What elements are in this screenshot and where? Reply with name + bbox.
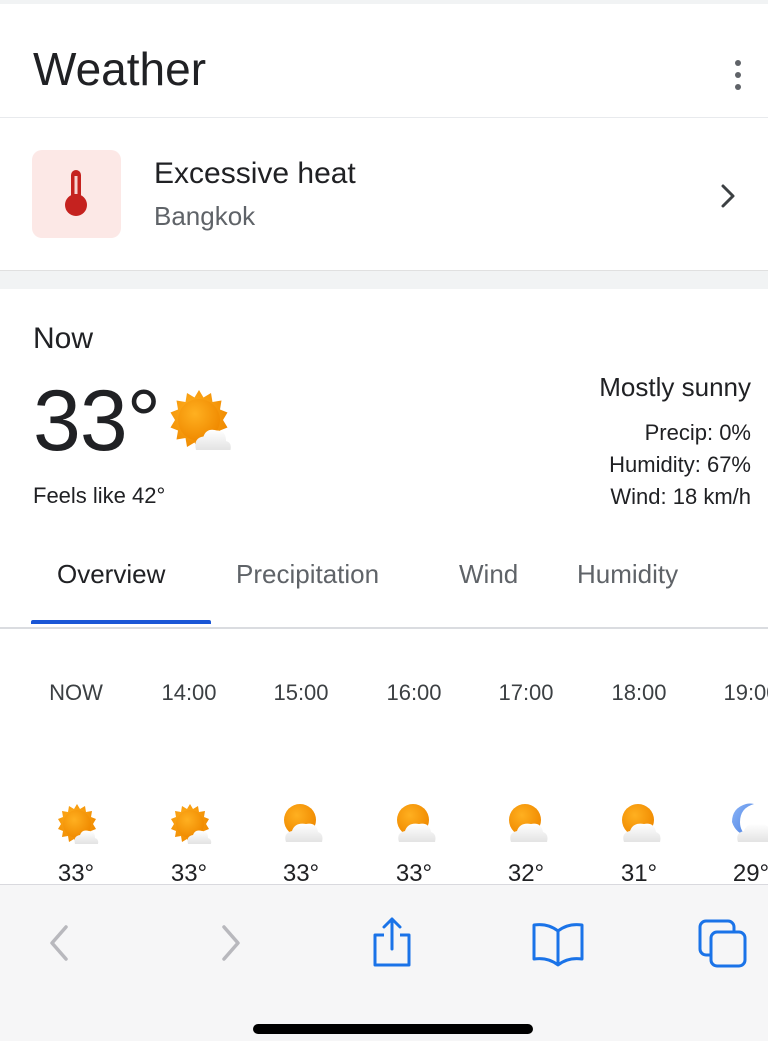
partly-cloudy-icon bbox=[509, 804, 548, 842]
current-temperature: 33° bbox=[33, 373, 161, 469]
hour-label: 16:00 bbox=[386, 680, 442, 705]
tab-overview[interactable]: Overview bbox=[57, 559, 165, 590]
hour-label: NOW bbox=[49, 680, 103, 705]
feels-like: Feels like 42° bbox=[33, 483, 166, 508]
active-tab-indicator bbox=[31, 620, 211, 624]
hour-label: 15:00 bbox=[273, 680, 329, 705]
hour-label: 17:00 bbox=[498, 680, 554, 705]
header: Weather bbox=[0, 4, 768, 118]
precip-text: Precip: 0% bbox=[644, 420, 751, 445]
chevron-right-icon[interactable] bbox=[716, 180, 740, 212]
tab-bar: Overview Precipitation Wind Humidity bbox=[0, 545, 768, 629]
bookmarks-icon[interactable] bbox=[528, 915, 588, 971]
forward-icon[interactable] bbox=[200, 915, 260, 971]
mostly-sunny-icon bbox=[171, 804, 212, 844]
alert-title: Excessive heat bbox=[154, 157, 356, 190]
alert-location: Bangkok bbox=[154, 201, 256, 231]
alert-icon-box bbox=[32, 150, 121, 238]
tabs-icon[interactable] bbox=[694, 915, 754, 971]
mostly-sunny-icon bbox=[170, 390, 231, 450]
more-options-button[interactable] bbox=[724, 56, 752, 96]
partly-cloudy-night-icon bbox=[732, 803, 768, 842]
page-title: Weather bbox=[33, 43, 207, 95]
weather-alert-card[interactable] bbox=[0, 118, 768, 270]
tab-humidity[interactable]: Humidity bbox=[577, 559, 678, 590]
partly-cloudy-icon bbox=[397, 804, 436, 842]
tab-precipitation[interactable]: Precipitation bbox=[236, 559, 379, 590]
share-icon[interactable] bbox=[362, 915, 422, 971]
now-label: Now bbox=[33, 322, 94, 355]
humidity-text: Humidity: 67% bbox=[609, 452, 751, 477]
partly-cloudy-icon bbox=[622, 804, 661, 842]
hour-label: 18:00 bbox=[611, 680, 667, 705]
hour-label: 19:00 bbox=[723, 680, 768, 705]
hour-label: 14:00 bbox=[161, 680, 217, 705]
mostly-sunny-icon bbox=[58, 804, 99, 844]
wind-text: Wind: 18 km/h bbox=[610, 484, 751, 509]
back-icon[interactable] bbox=[30, 915, 90, 971]
section-divider bbox=[0, 270, 768, 289]
tab-wind[interactable]: Wind bbox=[459, 559, 518, 590]
condition-text: Mostly sunny bbox=[599, 372, 751, 402]
home-indicator bbox=[253, 1024, 533, 1034]
thermometer-icon bbox=[65, 170, 87, 216]
browser-toolbar bbox=[0, 884, 768, 1041]
partly-cloudy-icon bbox=[284, 804, 323, 842]
